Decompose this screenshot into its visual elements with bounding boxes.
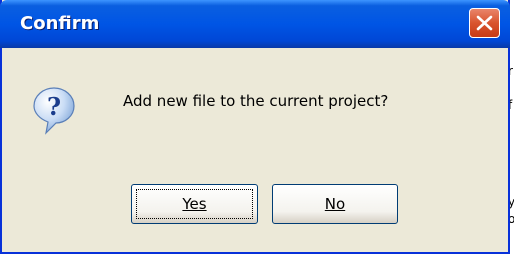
no-button[interactable]: No <box>272 184 398 224</box>
title-bar[interactable]: Confirm <box>0 0 510 48</box>
confirm-dialog: Confirm ? Add new file to the current pr… <box>0 0 510 254</box>
dialog-title: Confirm <box>20 13 100 34</box>
question-icon: ? <box>33 87 75 135</box>
close-button[interactable] <box>469 8 500 38</box>
svg-text:?: ? <box>47 92 61 121</box>
no-button-label: No <box>324 195 346 213</box>
focus-ring <box>136 189 253 219</box>
yes-button[interactable]: Yes <box>131 184 258 224</box>
dialog-message: Add new file to the current project? <box>123 92 389 110</box>
close-icon <box>476 15 493 31</box>
